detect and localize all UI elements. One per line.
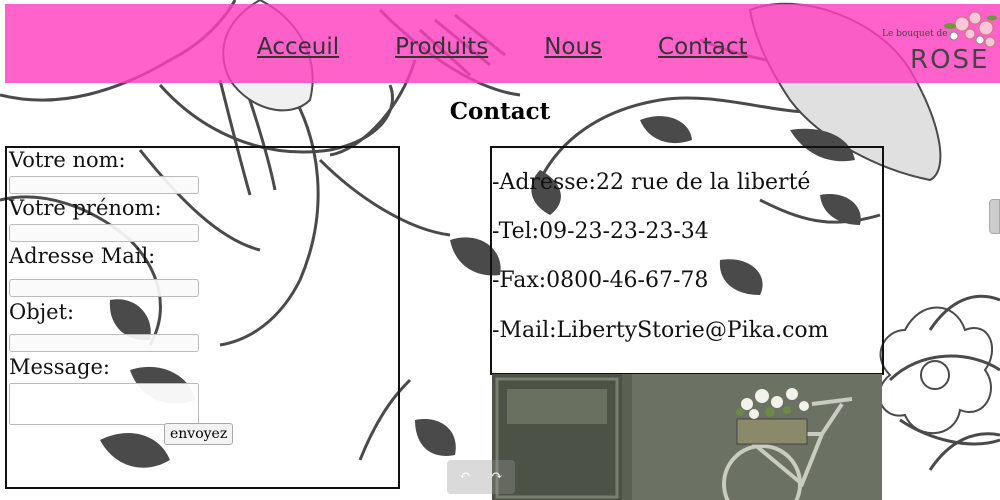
tel-text: -Tel:09-23-23-23-34	[492, 219, 709, 244]
nav-link-acceuil[interactable]: Acceuil	[257, 34, 339, 60]
logo-small-text: Le bouquet de	[882, 29, 948, 39]
nav-link-contact[interactable]: Contact	[658, 34, 747, 60]
mail-label: Adresse Mail:	[9, 244, 156, 268]
logo-big-text: ROSE	[910, 45, 989, 75]
undo-arrow-icon[interactable]: ↶	[459, 468, 471, 484]
nav-link-nous[interactable]: Nous	[544, 34, 602, 60]
prenom-input[interactable]	[9, 224, 199, 242]
page-title: Contact	[449, 98, 551, 125]
navbar: Acceuil Produits Nous Contact Le bouquet…	[5, 4, 1000, 83]
nav-link-produits[interactable]: Produits	[395, 34, 488, 60]
message-label: Message:	[9, 355, 110, 379]
nom-input[interactable]	[9, 176, 199, 194]
nom-label: Votre nom:	[9, 148, 126, 172]
message-textarea[interactable]	[9, 383, 199, 425]
bicycle-photo	[492, 374, 882, 500]
submit-button[interactable]: envoyez	[164, 423, 234, 445]
contact-info-box: -Adresse:22 rue de la liberté -Tel:09-23…	[490, 146, 884, 375]
mail-input[interactable]	[9, 279, 199, 297]
contact-form: Votre nom: Votre prénom: Adresse Mail: O…	[5, 146, 400, 489]
objet-label: Objet:	[9, 300, 75, 324]
nav-links: Acceuil Produits Nous Contact	[257, 34, 804, 60]
redo-arrow-icon[interactable]: ↷	[491, 468, 503, 484]
side-scroll-handle[interactable]	[989, 199, 1000, 234]
address-text: -Adresse:22 rue de la liberté	[492, 170, 811, 195]
prenom-label: Votre prénom:	[9, 196, 162, 220]
objet-input[interactable]	[9, 334, 199, 352]
mail-text: -Mail:LibertyStorie@Pika.com	[492, 318, 829, 343]
fax-text: -Fax:0800-46-67-78	[492, 268, 709, 293]
rose-bouquet-logo[interactable]: Le bouquet de ROSE	[880, 6, 998, 78]
mini-toolbar: ↶ ↷	[447, 460, 515, 494]
